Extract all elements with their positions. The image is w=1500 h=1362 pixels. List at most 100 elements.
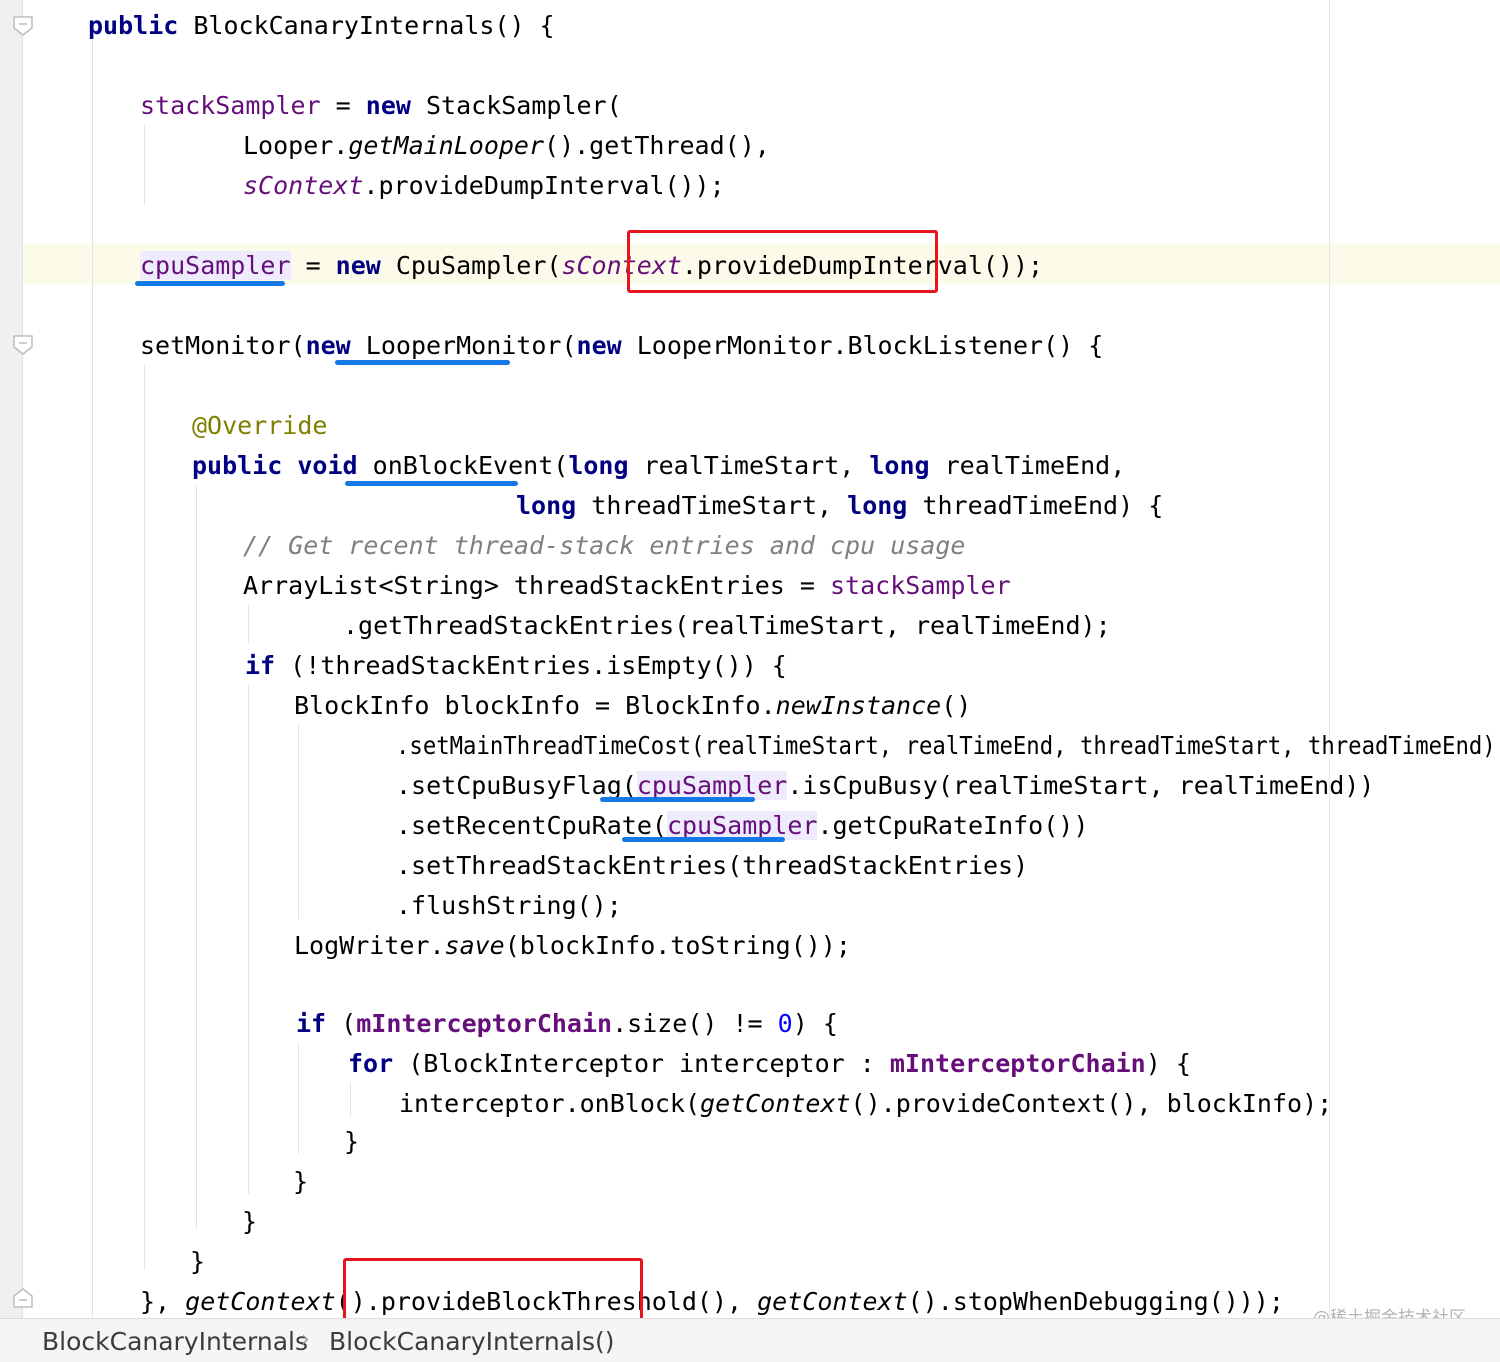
code-token: .getThreadStackEntries(realTimeStart, re… (343, 611, 1111, 640)
code-token: .setCpuBusyFlag( (396, 771, 637, 800)
code-token: getContext (185, 1287, 336, 1316)
code-token: @Override (192, 411, 328, 440)
code-line-for: for (BlockInterceptor interceptor : mInt… (348, 1044, 1191, 1084)
code-line-if-empty: if (!threadStackEntries.isEmpty()) { (245, 646, 787, 686)
code-token: threadTimeEnd) { (907, 491, 1164, 520)
code-line-thread-params: long threadTimeStart, long threadTimeEnd… (516, 486, 1163, 526)
code-token: (blockInfo.toString()); (504, 931, 851, 960)
code-token: ( (326, 1009, 357, 1038)
code-token: StackSampler( (410, 91, 622, 120)
code-token: // Get recent thread-stack entries and c… (243, 531, 966, 560)
code-token: }, (140, 1287, 186, 1316)
code-token: ) { (792, 1009, 838, 1038)
code-line-setthreadstack: .setThreadStackEntries(threadStackEntrie… (396, 846, 1028, 886)
code-token: onBlockEvent( (357, 451, 569, 480)
fold-marker-icon[interactable] (13, 1288, 33, 1308)
code-token: setMonitor( (140, 331, 306, 360)
code-line-constructor: public BlockCanaryInternals() { (88, 6, 555, 46)
indent-guide (196, 485, 197, 1230)
code-line-close-if-empty: } (242, 1202, 257, 1242)
code-token: sContext (243, 171, 364, 200)
code-token: .setThreadStackEntries(threadStackEntrie… (396, 851, 1029, 880)
code-token: for (348, 1049, 394, 1078)
indent-guide (144, 125, 145, 205)
code-token: getMainLooper (348, 131, 545, 160)
code-token: mInterceptorChain (356, 1009, 613, 1038)
code-token: getContext (757, 1287, 908, 1316)
code-token: BlockInfo blockInfo = BlockInfo. (294, 691, 776, 720)
code-token: LogWriter. (294, 931, 445, 960)
code-token: LooperMonitor.BlockListener() { (621, 331, 1104, 360)
underline-onblockevent (345, 481, 518, 486)
code-token: .flushString(); (396, 891, 622, 920)
highlight-box-provide-block-threshold (343, 1258, 643, 1318)
code-token: .size() != (612, 1009, 778, 1038)
code-line-close-if-interceptor: } (293, 1162, 308, 1202)
code-line-getentries: .getThreadStackEntries(realTimeStart, re… (343, 606, 1111, 646)
underline-loopermonitor (335, 360, 510, 365)
code-token: public (88, 11, 179, 40)
code-token: ().stopWhenDebugging())); (907, 1287, 1284, 1316)
code-token: ArrayList<String> threadStackEntries = (243, 571, 830, 600)
underline-cpusampler (135, 281, 285, 286)
code-token: if (296, 1009, 327, 1038)
code-token: new (576, 331, 622, 360)
code-line-stacksampler-assign: stackSampler = new StackSampler( (140, 86, 622, 126)
code-line-comment: // Get recent thread-stack entries and c… (243, 526, 965, 566)
code-editor[interactable]: public BlockCanaryInternals() { stackSamp… (0, 0, 1500, 1318)
breadcrumb-item-class[interactable]: BlockCanaryInternals (42, 1327, 308, 1356)
code-token: stackSampler (140, 91, 321, 120)
code-line-flush: .flushString(); (396, 886, 622, 926)
indent-guide (248, 684, 249, 1194)
code-line-blockinfo: BlockInfo blockInfo = BlockInfo.newInsta… (294, 686, 971, 726)
highlight-box-provide-dump-interval (627, 230, 938, 293)
code-token: public (192, 451, 283, 480)
code-token: } (242, 1207, 258, 1236)
code-line-looper: Looper.getMainLooper().getThread(), (243, 126, 770, 166)
fold-marker-icon[interactable] (13, 16, 33, 36)
code-line-logwriter: LogWriter.save(blockInfo.toString()); (294, 926, 851, 966)
indent-guide (92, 40, 93, 1318)
code-token: threadTimeStart, (576, 491, 848, 520)
code-token: Looper. (243, 131, 349, 160)
code-token: new (335, 251, 381, 280)
code-token: stackSampler (830, 571, 1011, 600)
code-token: cpuSampler (666, 811, 818, 840)
code-line-scontext-interval: sContext.provideDumpInterval()); (243, 166, 725, 206)
code-token: new (365, 91, 411, 120)
code-token: () (941, 691, 972, 720)
code-line-setcpubusy: .setCpuBusyFlag(cpuSampler.isCpuBusy(rea… (396, 766, 1374, 806)
code-token: long (516, 491, 577, 520)
code-token: .isCpuBusy(realTimeStart, realTimeEnd)) (787, 771, 1375, 800)
breadcrumb: BlockCanaryInternals › BlockCanaryIntern… (0, 1318, 1500, 1362)
code-token: realTimeStart, (628, 451, 870, 480)
breadcrumb-item-method[interactable]: BlockCanaryInternals() (329, 1327, 615, 1356)
code-token: mInterceptorChain (889, 1049, 1146, 1078)
code-token: } (344, 1127, 360, 1156)
code-line-onblock: interceptor.onBlock(getContext().provide… (399, 1084, 1332, 1124)
code-token: } (190, 1247, 206, 1276)
indent-guide (248, 604, 249, 644)
code-token: cpuSampler (636, 771, 788, 800)
code-token: long (869, 451, 930, 480)
code-token: = (290, 251, 336, 280)
code-token: void (297, 451, 358, 480)
code-line-if-interceptor: if (mInterceptorChain.size() != 0) { (296, 1004, 838, 1044)
code-token: if (245, 651, 276, 680)
code-token: (BlockInterceptor interceptor : (393, 1049, 890, 1078)
fold-marker-icon[interactable] (13, 335, 33, 355)
code-line-override: @Override (192, 406, 327, 446)
breadcrumb-separator-icon: › (301, 1327, 310, 1352)
code-token: 0 (777, 1009, 793, 1038)
code-token: .setMainThreadTimeCost(realTimeStart, re… (396, 731, 1496, 760)
indent-guide (350, 1082, 351, 1117)
code-token: interceptor.onBlock( (399, 1089, 701, 1118)
code-token: LooperMonitor( (350, 331, 577, 360)
code-token: = (320, 91, 366, 120)
indent-guide (298, 1042, 299, 1154)
code-token: cpuSampler (140, 251, 291, 280)
code-token: (!threadStackEntries.isEmpty()) { (275, 651, 787, 680)
code-token: getContext (700, 1089, 851, 1118)
underline-cpusampler-rate (622, 837, 785, 842)
